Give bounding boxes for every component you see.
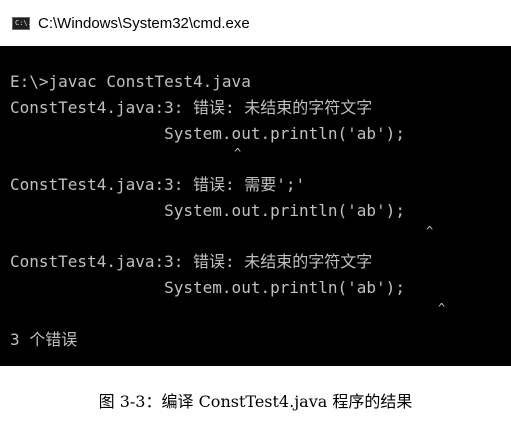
error-caret: ^ <box>426 224 434 238</box>
console-line: System.out.println('ab'); <box>10 278 405 297</box>
console-line: ConstTest4.java:3: 错误: 未结束的字符文字 <box>10 252 373 271</box>
console-line: System.out.println('ab'); <box>10 201 405 220</box>
window-title: C:\Windows\System32\cmd.exe <box>38 14 250 32</box>
console-line: System.out.println('ab'); <box>10 124 405 143</box>
console-line: ConstTest4.java:3: 错误: 未结束的字符文字 <box>10 98 373 117</box>
figure-caption: 图 3-3：编译 ConstTest4.java 程序的结果 <box>98 392 413 411</box>
cmd-window: C:\. C:\Windows\System32\cmd.exe E:\>jav… <box>0 0 511 366</box>
cmd-console-icon: C:\. <box>12 16 32 30</box>
console-line: E:\>javac ConstTest4.java <box>10 72 251 91</box>
console-line: ConstTest4.java:3: 错误: 需要';' <box>10 175 306 194</box>
console-output[interactable]: E:\>javac ConstTest4.java ConstTest4.jav… <box>0 46 511 366</box>
cmd-icon-glyph: C:\. <box>15 18 32 27</box>
console-line: 3 个错误 <box>10 330 78 349</box>
error-caret: ^ <box>438 301 446 315</box>
title-bar[interactable]: C:\. C:\Windows\System32\cmd.exe <box>0 0 511 46</box>
error-caret: ^ <box>234 146 242 160</box>
